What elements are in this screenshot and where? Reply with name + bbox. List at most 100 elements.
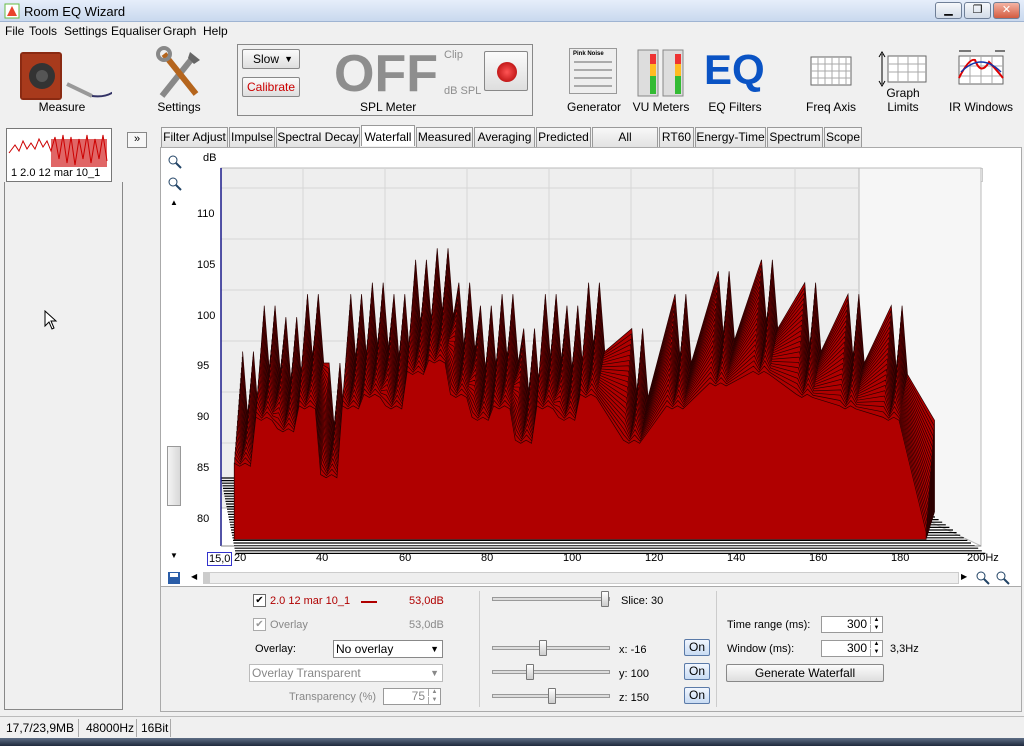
tab-averaging[interactable]: Averaging [474,127,535,147]
window-label: Window (ms): [727,643,795,655]
transparency-spinner[interactable]: 75 ▲ ▼ [383,688,441,705]
app-icon [4,3,20,19]
eq-filters-button[interactable]: EQ EQ Filters [704,40,766,120]
ir-windows-button[interactable]: IR Windows [948,40,1014,120]
tab-rt60[interactable]: RT60 [659,127,694,147]
measurement-thumbnail-label: 1 2.0 12 mar 10_1 [11,167,101,179]
tab-energy-time[interactable]: Energy-Time [695,127,766,147]
menu-help[interactable]: Help [203,24,228,38]
chevron-down-icon: ▼ [430,668,439,678]
menu-file[interactable]: File [5,24,24,38]
menu-equaliser[interactable]: Equaliser [111,24,161,38]
menu-tools[interactable]: Tools [29,24,57,38]
horizontal-scroll-thumb[interactable] [204,573,210,583]
speaker-microphone-icon [20,52,112,100]
spin-down-icon[interactable]: ▼ [870,649,882,656]
y-on-button[interactable]: On [684,663,710,680]
save-icon[interactable] [167,571,181,585]
vu-meters-button[interactable]: VU Meters [632,40,690,120]
settings-button[interactable]: Settings [150,40,208,120]
generator-button[interactable]: Pink Noise Generator [566,40,622,120]
tab-scope[interactable]: Scope [824,127,862,147]
eq-logo-icon: EQ [704,46,765,93]
settings-label: Settings [157,100,201,114]
spl-meter-label: SPL Meter [360,100,417,114]
tab-predicted[interactable]: Predicted [536,127,591,147]
z-label: z: 150 [619,692,649,704]
menu-graph[interactable]: Graph [163,24,196,38]
chevron-down-icon: ▼ [284,54,293,64]
measurement-line-swatch [361,601,377,603]
close-button[interactable]: ✕ [993,2,1020,19]
waterfall-plot [220,167,986,554]
spin-up-icon[interactable]: ▲ [870,617,882,624]
tab-impulse[interactable]: Impulse [229,127,275,147]
z-slider[interactable] [492,688,610,704]
x-slider[interactable] [492,640,610,656]
clip-indicator: Clip [444,49,463,61]
slice-slider[interactable] [492,591,610,607]
maximize-button[interactable]: ❐ [964,2,991,19]
overlay-mode-select[interactable]: Overlay Transparent ▼ [249,664,443,682]
freq-axis-button[interactable]: Freq Axis [802,40,860,120]
menu-settings[interactable]: Settings [64,24,107,38]
waterfall-graph[interactable]: dB ▲ ▼ 110 105 100 95 90 85 80 20 40 60 80 100 120 1… [160,147,1022,587]
measurement-thumbnail[interactable]: 1 2.0 12 mar 10_1 [6,128,112,182]
measure-button[interactable]: Measure [8,40,116,120]
spin-up-icon[interactable]: ▲ [870,641,882,648]
divider [170,719,171,737]
tab-filter-adjust[interactable]: Filter Adjust [161,127,228,147]
time-range-spinner[interactable]: 300 ▲ ▼ [821,616,883,633]
overlay-checkbox[interactable]: ✔ [253,618,266,631]
overlay-select[interactable]: No overlay ▼ [333,640,443,658]
toolbar: Measure Settings Slow ▼ Calibrate OFF Cli… [0,40,1024,122]
tab-spectral-decay[interactable]: Spectral Decay [276,127,360,147]
minimize-button[interactable]: ▁ [935,2,962,19]
time-range-label: Time range (ms): [727,619,811,631]
tab-all-impulses[interactable]: All Impulses [592,127,658,162]
spin-down-icon[interactable]: ▼ [428,697,440,704]
vu-meters-label: VU Meters [632,100,690,114]
z-on-button[interactable]: On [684,687,710,704]
tab-spectrum[interactable]: Spectrum [767,127,823,147]
record-button[interactable] [484,51,528,91]
spin-down-icon[interactable]: ▼ [870,625,882,632]
overlay-mode-value: Overlay Transparent [252,666,361,680]
zoom-out-icon[interactable] [167,176,183,192]
x-on-button[interactable]: On [684,639,710,656]
expand-button[interactable]: » [127,132,147,148]
zoom-in-icon[interactable] [167,154,183,170]
x-slider-knob[interactable] [539,640,548,656]
window-title: Room EQ Wizard [24,4,126,19]
overlay-select-value: No overlay [336,642,394,656]
vertical-scrollbar[interactable]: ▲ ▼ [167,198,181,560]
spl-unit: dB SPL [444,85,482,97]
zoom-out-x-icon[interactable] [995,570,1011,586]
y-slider-knob[interactable] [526,664,534,680]
measurement-thumbnail-plot [8,134,108,167]
window-spinner[interactable]: 300 ▲ ▼ [821,640,883,657]
slice-slider-knob[interactable] [600,591,609,607]
measurement-checkbox[interactable]: ✔ [253,594,266,607]
graph-limits-label: Graph Limits [886,86,920,114]
calibrate-button[interactable]: Calibrate [242,77,300,97]
status-bar: 17,7/23,9MB 48000Hz 16Bit [0,716,1024,738]
scroll-right-icon[interactable]: ▶ [961,572,967,581]
zoom-in-x-icon[interactable] [975,570,991,586]
vertical-scroll-thumb[interactable] [167,446,181,506]
scroll-left-icon[interactable]: ◀ [191,572,197,581]
y-slider[interactable] [492,664,610,680]
z-slider-knob[interactable] [548,688,556,704]
divider [136,719,137,737]
graph-limits-button[interactable]: Graph Limits [870,40,936,120]
eq-filters-label: EQ Filters [708,100,762,114]
tab-measured[interactable]: Measured [416,127,473,147]
double-chevron-right-icon: » [133,133,141,145]
tab-waterfall[interactable]: Waterfall [361,125,415,146]
spin-up-icon[interactable]: ▲ [428,689,440,696]
horizontal-scrollbar[interactable] [203,572,959,584]
generator-icon: Pink Noise [569,48,617,94]
generate-waterfall-button[interactable]: Generate Waterfall [726,664,884,682]
spl-speed-select[interactable]: Slow ▼ [242,49,300,69]
divider [479,591,480,707]
